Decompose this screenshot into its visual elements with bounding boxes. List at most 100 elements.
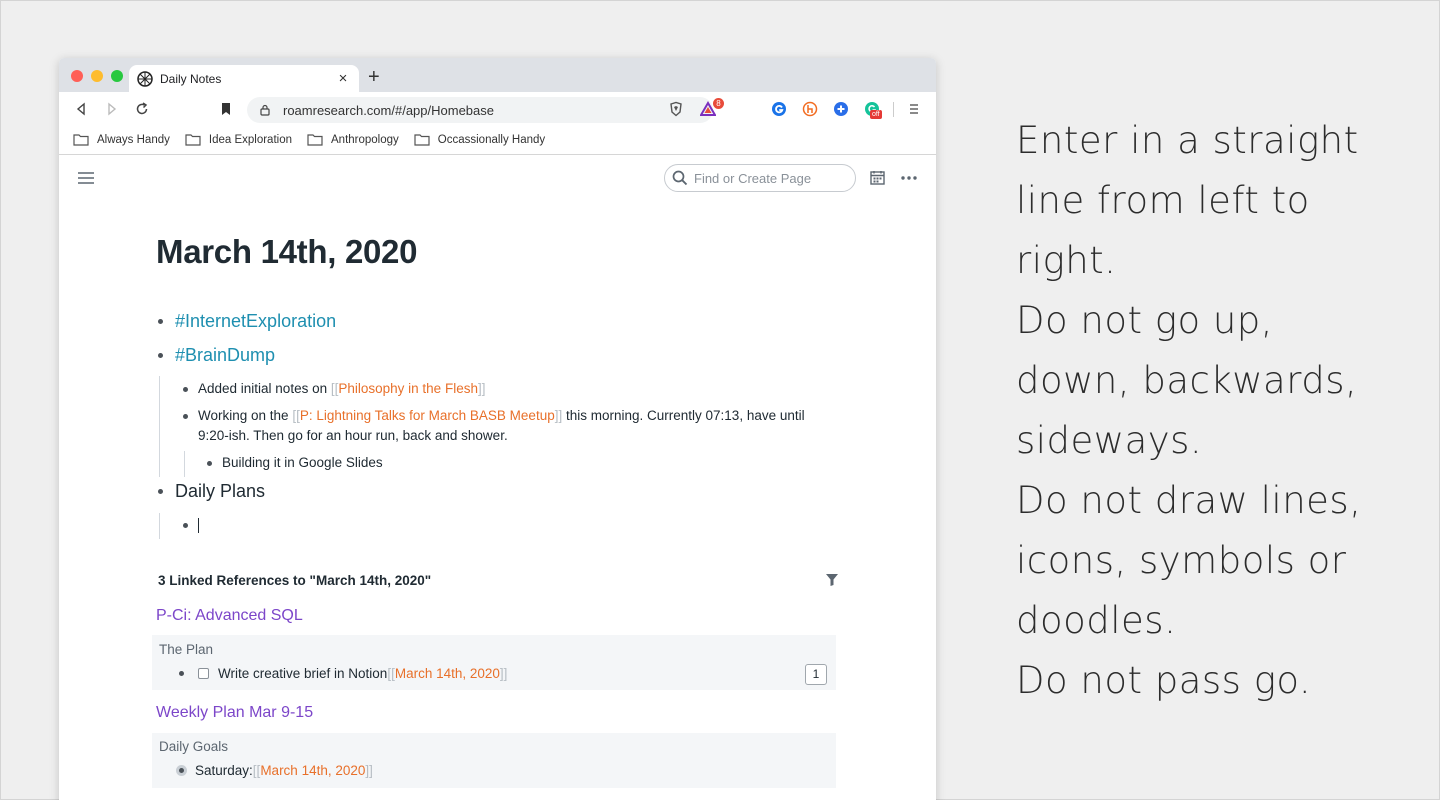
tag-brain-dump[interactable]: #BrainDump — [175, 345, 275, 366]
brave-shield-icon[interactable] — [668, 101, 684, 117]
block-lightning-talks-note[interactable]: Working on the [[P: Lightning Talks for … — [183, 406, 833, 446]
block-bullet[interactable] — [183, 523, 188, 528]
bookmark-label: Occassionally Handy — [437, 134, 546, 146]
grammarly-off-badge: off — [870, 110, 882, 119]
filter-icon[interactable] — [826, 574, 838, 586]
minimize-window-button[interactable] — [91, 70, 103, 82]
instruction-line: doodles. — [1016, 599, 1177, 642]
block-text: Added initial notes on — [198, 381, 331, 396]
ref-breadcrumb[interactable]: The Plan — [159, 642, 213, 657]
search-icon — [672, 170, 688, 186]
block-bullet[interactable] — [158, 353, 163, 358]
collapsed-block-bullet[interactable] — [176, 765, 187, 776]
page-link-date[interactable]: March 14th, 2020 — [395, 666, 500, 681]
bracket-close: ]] — [477, 381, 486, 396]
children-guide-line — [184, 451, 185, 477]
folder-icon — [414, 134, 430, 146]
linked-references-header[interactable]: 3 Linked References to "March 14th, 2020… — [158, 573, 431, 588]
bracket-open: [[ — [292, 408, 300, 423]
instruction-line: Enter in a straight — [1016, 119, 1359, 162]
instruction-line: line from left to — [1016, 179, 1310, 222]
ref-page-title[interactable]: Weekly Plan Mar 9-15 — [156, 704, 313, 722]
instruction-line: icons, symbols or — [1016, 539, 1347, 582]
hamburger-menu-icon[interactable] — [78, 172, 94, 184]
block-text: Daily Plans — [175, 481, 266, 501]
bookmark-label: Always Handy — [97, 134, 170, 146]
bracket-open: [[ — [387, 666, 395, 681]
lock-icon — [260, 104, 270, 116]
reload-icon[interactable] — [134, 101, 150, 117]
page-link-lightning-talks[interactable]: P: Lightning Talks for March BASB Meetup — [300, 408, 555, 423]
block-bullet[interactable] — [183, 387, 188, 392]
menu-icon[interactable] — [906, 101, 922, 117]
block-bullet[interactable] — [179, 671, 184, 676]
tab-title: Daily Notes — [160, 71, 222, 86]
bookmark-occassionally-handy[interactable]: Occassionally Handy — [414, 134, 545, 146]
reference-count-badge[interactable]: 1 — [805, 664, 827, 685]
todo-checkbox[interactable] — [198, 668, 209, 679]
bracket-open: [[ — [252, 763, 261, 778]
instruction-line: Do not draw lines, — [1016, 479, 1362, 522]
close-window-button[interactable] — [71, 70, 83, 82]
block-text: this morning. Currently 07:13, have unti… — [562, 408, 805, 423]
ref-block[interactable]: Write creative brief in Notion [[March 1… — [179, 666, 507, 681]
bookmark-always-handy[interactable]: Always Handy — [73, 134, 170, 146]
block-bullet[interactable] — [158, 319, 163, 324]
page-link-date[interactable]: March 14th, 2020 — [260, 763, 365, 778]
roam-page: Find or Create Page March 14th, 2020 #In… — [59, 155, 936, 800]
block-text: Write creative brief in Notion — [218, 666, 388, 681]
block-bullet[interactable] — [183, 414, 188, 419]
calendar-icon[interactable] — [870, 170, 885, 185]
tab-bar: Daily Notes × + — [59, 58, 936, 92]
block-text-line2: 9:20-ish. Then go for an hour run, back … — [198, 428, 508, 443]
tab-daily-notes[interactable]: Daily Notes × — [129, 65, 359, 92]
bookmark-anthropology[interactable]: Anthropology — [307, 134, 399, 146]
roam-favicon-icon — [137, 70, 153, 87]
bracket-close: ]] — [365, 763, 373, 778]
bracket-close: ]] — [499, 666, 508, 681]
back-arrow-icon[interactable] — [73, 101, 89, 117]
page-link-philosophy[interactable]: Philosophy in the Flesh — [338, 381, 478, 396]
block-text: Building it in Google Slides — [222, 455, 383, 470]
block-editing-empty[interactable] — [183, 515, 199, 533]
folder-icon — [73, 134, 89, 146]
ref-context-box: Daily Goals Saturday: [[March 14th, 2020… — [152, 733, 836, 788]
forward-arrow-icon[interactable] — [104, 101, 120, 117]
ref-context-box: The Plan Write creative brief in Notion … — [152, 635, 836, 690]
children-guide-line — [159, 513, 160, 539]
block-philosophy-note[interactable]: Added initial notes on [[Philosophy in t… — [183, 379, 485, 399]
url-text: roamresearch.com/#/app/Homebase — [283, 102, 494, 118]
address-bar[interactable]: roamresearch.com/#/app/Homebase — [247, 97, 713, 123]
add-extension-icon[interactable] — [833, 101, 849, 117]
page-title[interactable]: March 14th, 2020 — [156, 233, 417, 271]
toolbar-divider — [893, 102, 894, 117]
find-or-create-page-search[interactable]: Find or Create Page — [664, 164, 856, 192]
block-bullet[interactable] — [207, 461, 212, 466]
ref-page-title[interactable]: P-Ci: Advanced SQL — [156, 607, 303, 625]
browser-window: Daily Notes × + roamresearch.com/#/app/H… — [59, 58, 936, 800]
tag-internet-exploration[interactable]: #InternetExploration — [175, 311, 336, 332]
bookmark-icon[interactable] — [218, 101, 234, 117]
block-bullet[interactable] — [158, 489, 163, 494]
block-internet-exploration[interactable]: #InternetExploration — [158, 311, 336, 332]
close-tab-icon[interactable]: × — [335, 70, 351, 87]
google-extension-icon[interactable] — [771, 101, 787, 117]
ref-block[interactable]: Saturday: [[March 14th, 2020]] — [176, 763, 373, 778]
children-guide-line — [159, 376, 160, 477]
block-brain-dump[interactable]: #BrainDump — [158, 345, 275, 366]
ref-breadcrumb[interactable]: Daily Goals — [159, 739, 228, 754]
bookmark-label: Idea Exploration — [208, 134, 292, 146]
new-tab-button[interactable]: + — [368, 65, 380, 89]
text-cursor — [198, 518, 199, 533]
honey-extension-icon[interactable] — [802, 101, 818, 117]
folder-icon — [307, 134, 323, 146]
bookmark-idea-exploration[interactable]: Idea Exploration — [185, 134, 292, 146]
instruction-line: sideways. — [1016, 419, 1203, 462]
block-daily-plans[interactable]: Daily Plans — [158, 481, 265, 502]
block-google-slides-note[interactable]: Building it in Google Slides — [207, 453, 383, 473]
maximize-window-button[interactable] — [111, 70, 123, 82]
block-text: Working on the — [198, 408, 293, 423]
instruction-line: right. — [1016, 239, 1117, 282]
bookmark-label: Anthropology — [331, 134, 399, 146]
more-options-icon[interactable] — [901, 176, 917, 180]
